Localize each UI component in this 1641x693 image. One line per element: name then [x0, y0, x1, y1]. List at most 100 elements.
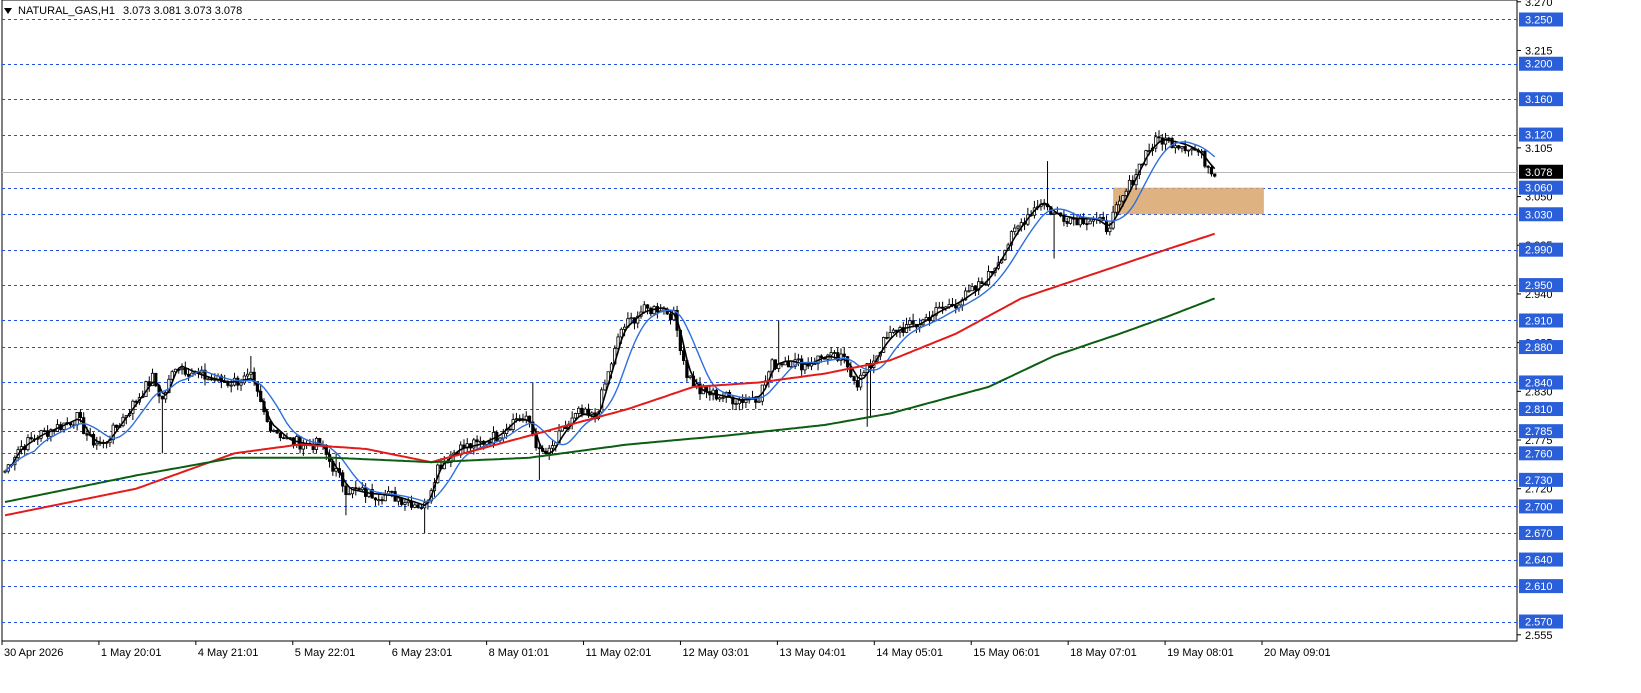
candle-body: [629, 317, 633, 320]
candle-body: [475, 439, 479, 443]
candle-body: [1173, 145, 1177, 149]
candle-body: [780, 363, 784, 366]
level-label: 3.160: [1525, 94, 1553, 106]
candle-body: [1065, 221, 1069, 224]
level-label: 2.640: [1525, 555, 1553, 567]
candle-body: [757, 400, 761, 403]
candle-body: [1052, 212, 1056, 215]
candle-body: [819, 355, 823, 358]
candle-body: [741, 399, 745, 403]
candle-body: [514, 418, 519, 421]
candle-body: [229, 384, 233, 387]
candle-body: [550, 445, 555, 449]
candle-body: [1088, 220, 1092, 225]
candle-body: [1186, 149, 1191, 152]
candle-body: [537, 447, 541, 450]
time-tick-label: 8 May 01:01: [489, 647, 550, 659]
level-label: 3.120: [1525, 130, 1553, 142]
candle-body: [206, 378, 210, 381]
level-label: 2.990: [1525, 245, 1553, 257]
candle-body: [354, 487, 358, 490]
candle-body: [862, 372, 866, 376]
candle-body: [160, 395, 164, 400]
candle-body: [973, 286, 978, 291]
candle-body: [396, 497, 401, 502]
candle-body: [813, 363, 817, 366]
candle-body: [1190, 148, 1194, 151]
time-tick-label: 13 May 04:01: [779, 647, 846, 659]
time-tick-label: 15 May 06:01: [973, 647, 1040, 659]
candle-body: [590, 412, 594, 415]
candle-body: [855, 380, 859, 388]
candle-body: [114, 424, 119, 428]
candle-body: [278, 432, 282, 439]
candle-body: [619, 328, 623, 338]
level-label: 2.910: [1525, 316, 1553, 328]
candle-body: [885, 337, 889, 339]
level-label: 2.785: [1525, 426, 1553, 438]
candle-body: [134, 400, 138, 403]
symbol-header: NATURAL_GAS,H1 3.073 3.081 3.073 3.078: [4, 5, 242, 17]
chart-area[interactable]: NATURAL_GAS,H1 3.073 3.081 3.073 3.078 3…: [0, 0, 1641, 693]
candle-body: [1091, 219, 1096, 222]
candle-body: [95, 442, 99, 446]
candle-body: [344, 485, 348, 496]
candle-body: [829, 352, 833, 356]
candle-body: [1068, 217, 1073, 224]
candle-body: [29, 437, 33, 440]
current-price-label: 3.078: [1525, 167, 1553, 179]
candle-body: [688, 375, 692, 378]
level-label: 3.030: [1525, 209, 1553, 221]
candle-body: [744, 399, 748, 403]
candle-body: [1118, 200, 1122, 206]
candle-body: [1177, 145, 1181, 149]
candle-body: [1104, 220, 1109, 233]
candle-body: [272, 430, 276, 432]
candle-body: [623, 326, 627, 330]
time-tick-label: 12 May 03:01: [682, 647, 749, 659]
candle-body: [1206, 165, 1210, 168]
candle-body: [803, 363, 807, 371]
candle-body: [390, 490, 394, 493]
candles: [3, 130, 1217, 533]
candle-body: [1157, 136, 1161, 139]
candle-body: [668, 313, 673, 321]
candle-body: [642, 304, 646, 313]
candle-body: [416, 504, 420, 508]
level-labels: 3.250 3.200 3.160 3.120 3.060 3.030 2.990 2.950…: [1519, 12, 1563, 629]
time-tick-label: 6 May 23:01: [392, 647, 453, 659]
candle-body: [1124, 190, 1128, 197]
dropdown-triangle-icon[interactable]: [4, 8, 12, 14]
candle-body: [1114, 204, 1118, 213]
level-label: 2.670: [1525, 528, 1553, 540]
symbol-label: NATURAL_GAS,H1: [18, 5, 115, 17]
candle-body: [226, 382, 230, 386]
candle-body: [78, 412, 83, 418]
candle-body: [501, 433, 505, 439]
time-tick-label: 30 Apr 2026: [4, 647, 63, 659]
level-label: 2.840: [1525, 377, 1553, 389]
time-tick-label: 5 May 22:01: [295, 647, 356, 659]
candle-body: [1121, 195, 1125, 202]
candle-body: [754, 398, 758, 403]
candle-body: [645, 304, 650, 309]
candle-body: [1108, 227, 1112, 233]
time-tick-label: 18 May 07:01: [1070, 647, 1137, 659]
candle-body: [42, 430, 46, 433]
candle-body: [1167, 137, 1171, 140]
candle-body: [419, 507, 423, 509]
time-tick-label: 19 May 08:01: [1167, 647, 1234, 659]
candle-body: [1183, 146, 1187, 152]
candle-body: [1180, 146, 1184, 149]
level-label: 2.570: [1525, 617, 1553, 629]
ohlc-values: 3.073 3.081 3.073 3.078: [123, 5, 243, 17]
price-chart[interactable]: 3.2703.2153.1053.0502.9952.9402.8852.830…: [0, 0, 1641, 693]
level-label: 2.730: [1525, 475, 1553, 487]
candle-body: [347, 493, 351, 496]
candle-body: [275, 430, 279, 434]
candle-body: [796, 358, 800, 361]
candle-body: [737, 399, 741, 405]
candle-body: [941, 306, 945, 309]
candle-body: [573, 413, 578, 419]
candle-body: [859, 374, 863, 388]
